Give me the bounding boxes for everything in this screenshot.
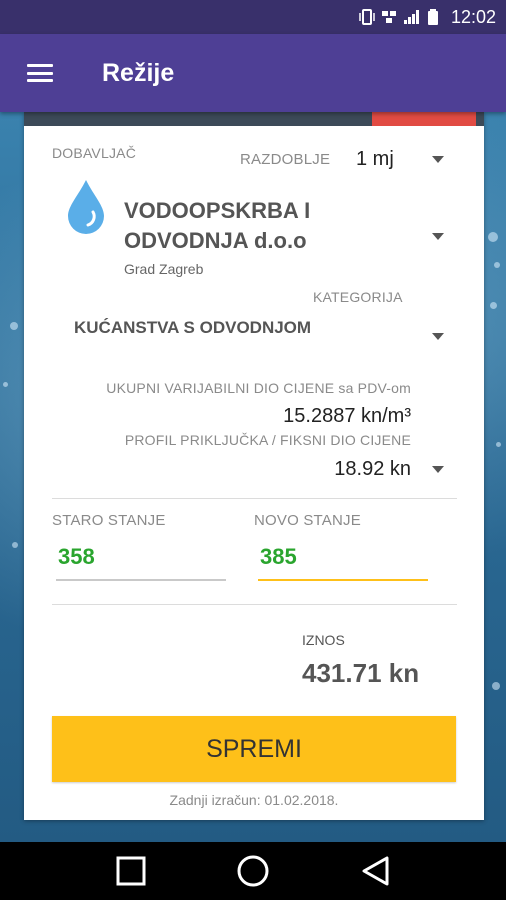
amount-value: 431.71 kn [302, 658, 420, 688]
period-value[interactable]: 1 mj [356, 148, 394, 171]
supplier-name-line1[interactable]: VODOOPSKRBA I [124, 198, 310, 224]
supplier-dropdown-icon[interactable] [432, 233, 444, 240]
period-label: RAZDOBLJE [240, 151, 331, 168]
battery-icon [425, 9, 441, 25]
old-reading-input[interactable]: 358 [56, 544, 226, 580]
fixed-price-value[interactable]: 18.92 kn [334, 458, 411, 481]
back-button[interactable] [345, 842, 405, 900]
recents-button[interactable] [101, 842, 161, 900]
fixed-price-label: PROFIL PRIKLJUČKA / FIKSNI DIO CIJENE [124, 432, 411, 448]
category-label: KATEGORIJA [313, 289, 403, 305]
section-divider [52, 498, 457, 499]
status-bar: 12:02 [0, 0, 506, 34]
status-time: 12:02 [450, 6, 496, 27]
hamburger-menu-icon [27, 64, 53, 82]
signal-icon [403, 9, 419, 25]
period-dropdown-icon[interactable] [432, 156, 444, 163]
last-calculation-text: Zadnji izračun: 01.02.2018. [169, 792, 339, 808]
category-dropdown-icon[interactable] [432, 333, 444, 340]
new-reading-label: NOVO STANJE [254, 512, 361, 529]
ad-badge [372, 112, 476, 126]
save-button[interactable]: SPREMI [52, 716, 456, 782]
fixed-price-dropdown-icon[interactable] [432, 466, 444, 473]
home-circle-icon [237, 855, 269, 887]
system-nav-bar [0, 842, 506, 900]
old-reading-label: STARO STANJE [52, 512, 166, 529]
back-triangle-icon [362, 856, 389, 886]
calculation-card: DOBAVLJAČ RAZDOBLJE 1 mj VODOOPSKRBA I O… [24, 112, 484, 820]
supplier-label: DOBAVLJAČ [52, 145, 137, 161]
vibrate-icon [359, 9, 375, 25]
old-reading-underline [56, 579, 226, 581]
recents-square-icon [116, 856, 146, 886]
supplier-city: Grad Zagreb [124, 261, 204, 277]
home-button[interactable] [223, 842, 283, 900]
network-icon [381, 9, 397, 25]
amount-label: IZNOS [302, 632, 345, 648]
variable-price-label: UKUPNI VARIJABILNI DIO CIJENE sa PDV-om [106, 380, 411, 396]
app-title: Režije [102, 58, 175, 87]
app-bar: Režije [0, 34, 506, 112]
ad-banner[interactable] [24, 112, 484, 126]
supplier-name-line2[interactable]: ODVODNJA d.o.o [124, 228, 307, 254]
category-value[interactable]: KUĆANSTVA S ODVODNJOM [74, 318, 311, 338]
variable-price-value: 15.2887 kn/m³ [283, 405, 411, 427]
menu-button[interactable] [0, 34, 80, 112]
water-drop-icon [68, 180, 104, 234]
new-reading-underline [258, 579, 428, 581]
new-reading-input[interactable]: 385 [258, 544, 428, 580]
section-divider [52, 604, 457, 605]
